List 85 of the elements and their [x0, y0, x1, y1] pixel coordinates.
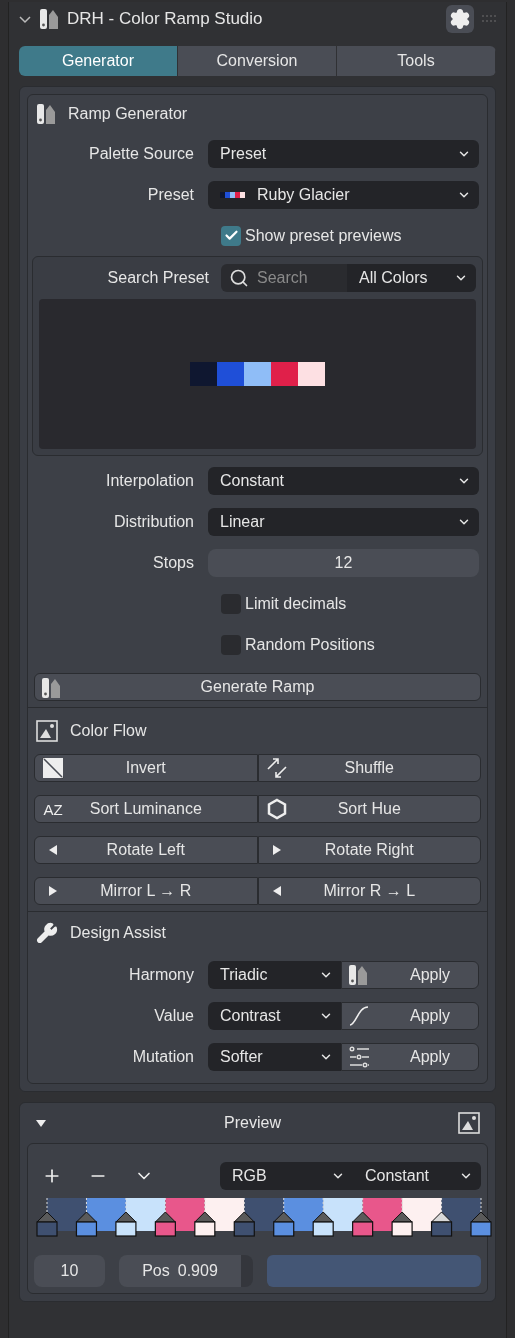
sort-letters-icon: AZ — [43, 801, 63, 817]
checkbox[interactable] — [221, 593, 241, 614]
field-label: Distribution — [112, 511, 195, 532]
apply-button[interactable]: Apply — [341, 960, 479, 989]
color-stop-handle[interactable] — [154, 1198, 176, 1237]
apply-button[interactable]: Apply — [341, 1042, 479, 1071]
shuffle-icon — [265, 757, 288, 779]
filter-dropdown[interactable]: All Colors — [347, 264, 476, 292]
action-button[interactable]: AZ Sort Luminance — [34, 795, 258, 823]
stops-field[interactable]: 12 — [208, 548, 479, 577]
tab[interactable]: Tools — [337, 46, 496, 76]
action-button[interactable]: Invert — [34, 754, 258, 782]
checkbox-label: Show preset previews — [245, 225, 402, 246]
field-label: Interpolation — [104, 470, 195, 491]
color-stop-handle[interactable] — [194, 1198, 216, 1237]
dropdown[interactable]: Preset — [208, 139, 479, 168]
search-icon — [229, 268, 249, 288]
action-button[interactable]: Rotate Right — [257, 836, 481, 864]
dropdown[interactable]: Ruby Glacier — [208, 180, 479, 209]
collapse-chevron-icon[interactable] — [19, 13, 31, 25]
curve-icon — [348, 1004, 370, 1027]
checkbox[interactable] — [221, 225, 241, 246]
color-stop-handle[interactable] — [470, 1198, 492, 1237]
position-field[interactable]: Pos 0.909 — [119, 1255, 253, 1287]
collapse-triangle-icon[interactable] — [35, 1117, 47, 1129]
search-field[interactable]: Search — [221, 264, 347, 292]
addon-icon — [39, 7, 59, 31]
section-title: Ramp Generator — [68, 104, 188, 124]
section-title: Color Flow — [70, 721, 147, 741]
action-button[interactable]: Shuffle — [257, 754, 481, 782]
section-title: Preview — [223, 1113, 282, 1133]
color-stop-handle[interactable] — [115, 1198, 137, 1237]
color-stop-handle[interactable] — [391, 1198, 413, 1237]
right-triangle-icon — [270, 844, 283, 856]
field-label: Stops — [152, 552, 195, 573]
generate-ramp-button[interactable]: Generate Ramp — [34, 673, 481, 701]
wrench-icon — [36, 922, 58, 944]
dropdown[interactable]: Linear — [208, 507, 479, 536]
swatch-icon — [348, 962, 368, 987]
field-label: Search Preset — [106, 268, 210, 288]
image-icon — [36, 720, 58, 742]
color-stop-handle[interactable] — [273, 1198, 295, 1237]
dropdown[interactable]: Constant — [353, 1162, 481, 1190]
swatch-icon — [41, 676, 61, 700]
field-label: Mutation — [131, 1046, 195, 1067]
invert-icon — [42, 757, 64, 779]
image-icon — [458, 1112, 480, 1134]
dropdown[interactable]: Contrast — [208, 1001, 341, 1030]
action-button[interactable]: Mirror R → L — [257, 877, 481, 905]
right-triangle-icon — [47, 885, 59, 897]
sliders-icon — [348, 1045, 370, 1068]
field-label: Palette Source — [88, 143, 195, 164]
swatch-icon — [36, 102, 56, 126]
hexagon-icon — [265, 798, 288, 820]
dropdown[interactable]: Softer — [208, 1042, 341, 1071]
field-label: Value — [153, 1005, 195, 1026]
color-stop-handle[interactable] — [430, 1198, 453, 1237]
color-stop-handle[interactable] — [75, 1198, 98, 1237]
field-label: Harmony — [128, 964, 195, 985]
color-stop-handle[interactable] — [352, 1198, 374, 1237]
checkbox-label: Limit decimals — [245, 593, 347, 614]
dropdown[interactable]: Triadic — [208, 960, 341, 989]
settings-button[interactable] — [446, 5, 474, 33]
action-button[interactable]: Mirror L → R — [34, 877, 258, 905]
color-stop-handle[interactable] — [36, 1198, 58, 1237]
left-triangle-icon — [47, 844, 59, 856]
panel-title: DRH - Color Ramp Studio — [67, 8, 264, 31]
action-button[interactable]: Rotate Left — [34, 836, 258, 864]
drag-handle-icon[interactable] — [482, 15, 496, 23]
dropdown[interactable]: Constant — [208, 466, 479, 495]
section-title: Design Assist — [70, 923, 167, 943]
color-field[interactable] — [267, 1255, 481, 1287]
action-button[interactable]: Sort Hue — [257, 795, 481, 823]
color-stop-handle[interactable] — [312, 1198, 334, 1237]
checkbox[interactable] — [221, 634, 241, 655]
checkbox-label: Random Positions — [245, 634, 375, 655]
tab[interactable]: Generator — [19, 46, 178, 76]
tab[interactable]: Conversion — [178, 46, 337, 76]
apply-button[interactable]: Apply — [341, 1001, 479, 1030]
palette-swatch-icon — [220, 191, 245, 198]
stop-index-field[interactable]: 10 — [34, 1255, 105, 1287]
field-label: Preset — [146, 184, 195, 205]
dropdown[interactable]: RGB — [220, 1162, 353, 1190]
color-stop-handle[interactable] — [233, 1198, 255, 1237]
check-icon — [223, 228, 239, 243]
